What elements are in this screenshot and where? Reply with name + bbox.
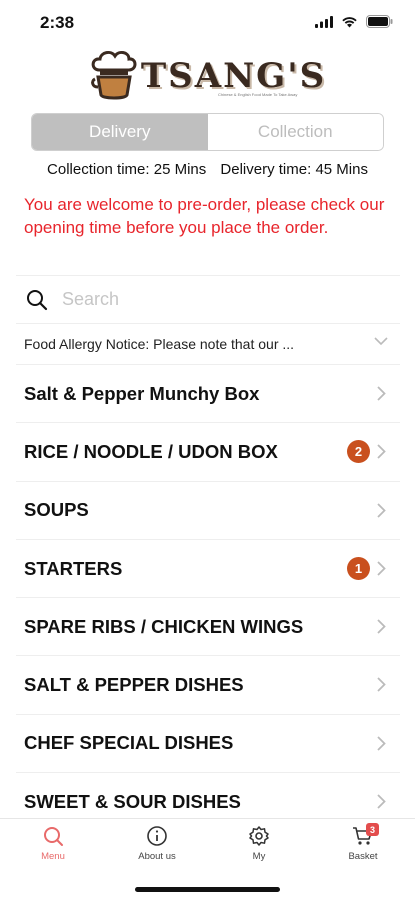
- menu-category-item[interactable]: SPARE RIBS / CHICKEN WINGS: [16, 597, 400, 655]
- chevron-right-icon: [377, 386, 386, 401]
- menu-category-item[interactable]: CHEF SPECIAL DISHES: [16, 713, 400, 772]
- wait-times: Collection time: 25 Mins Delivery time: …: [0, 161, 415, 178]
- tab-label: About us: [138, 851, 176, 862]
- tab-my[interactable]: My: [219, 825, 299, 862]
- menu-category-label: SALT & PEPPER DISHES: [24, 674, 244, 696]
- tab-menu[interactable]: Menu: [13, 825, 93, 862]
- search-icon: [27, 289, 48, 310]
- menu-category-label: SWEET & SOUR DISHES: [24, 790, 241, 812]
- status-time: 2:38: [40, 13, 75, 32]
- status-icons: [315, 15, 393, 28]
- chef-hat-logo-icon: [90, 50, 137, 100]
- search-input[interactable]: [62, 289, 362, 310]
- menu-category-label: RICE / NOODLE / UDON BOX: [24, 440, 278, 462]
- delivery-time: Delivery time: 45 Mins: [220, 161, 368, 178]
- wifi-icon: [342, 16, 357, 27]
- chevron-right-icon: [377, 794, 386, 809]
- search-bar[interactable]: [16, 275, 400, 323]
- tab-label: My: [252, 851, 266, 862]
- menu-category-list: Salt & Pepper Munchy Box RICE / NOODLE /…: [16, 364, 400, 830]
- info-icon: [147, 826, 167, 846]
- item-count-badge: 1: [347, 556, 370, 580]
- tab-basket[interactable]: 3 Basket: [323, 823, 403, 862]
- menu-category-label: Salt & Pepper Munchy Box: [24, 382, 260, 404]
- gear-icon: [249, 826, 269, 846]
- menu-category-label: SPARE RIBS / CHICKEN WINGS: [24, 615, 304, 637]
- logo-subtitle: Chinese & English Food Made To Take Away: [218, 92, 298, 97]
- search-icon: [44, 827, 63, 846]
- chevron-right-icon: [377, 677, 386, 693]
- delivery-tab[interactable]: Delivery: [32, 114, 208, 150]
- preorder-notice: You are welcome to pre-order, please che…: [24, 195, 385, 237]
- chevron-right-icon: [377, 502, 386, 518]
- menu-category-item[interactable]: SALT & PEPPER DISHES: [16, 655, 400, 713]
- logo-text: TSANG'S: [140, 56, 327, 96]
- chevron-down-icon[interactable]: [374, 337, 388, 346]
- tab-label: Basket: [348, 851, 378, 862]
- status-bar: 2:38: [0, 0, 415, 46]
- tab-about-us[interactable]: About us: [117, 825, 197, 862]
- menu-category-item[interactable]: Salt & Pepper Munchy Box: [16, 364, 400, 422]
- allergy-notice[interactable]: Food Allergy Notice: Please note that ou…: [16, 323, 400, 364]
- menu-category-item[interactable]: SOUPS: [16, 480, 400, 539]
- order-type-toggle: Delivery Collection: [31, 113, 384, 151]
- menu-category-item[interactable]: STARTERS 1: [16, 538, 400, 597]
- menu-category-label: SOUPS: [24, 499, 89, 521]
- signal-icon: [315, 15, 333, 28]
- collection-tab[interactable]: Collection: [207, 114, 383, 150]
- menu-category-label: STARTERS: [24, 557, 123, 579]
- allergy-notice-text: Food Allergy Notice: Please note that ou…: [24, 336, 295, 352]
- home-indicator: [135, 887, 280, 892]
- battery-icon: [366, 15, 393, 28]
- chevron-right-icon: [377, 561, 386, 576]
- chevron-right-icon: [377, 619, 386, 634]
- basket-count-badge: 3: [366, 823, 379, 836]
- menu-category-item[interactable]: RICE / NOODLE / UDON BOX 2: [16, 422, 400, 480]
- tab-label: Menu: [41, 851, 65, 862]
- item-count-badge: 2: [347, 440, 370, 464]
- menu-category-label: CHEF SPECIAL DISHES: [24, 732, 234, 754]
- collection-time: Collection time: 25 Mins: [47, 161, 207, 178]
- chevron-right-icon: [377, 444, 386, 459]
- chevron-right-icon: [377, 736, 386, 751]
- restaurant-logo: TSANG'S Chinese & English Food Made To T…: [0, 48, 415, 104]
